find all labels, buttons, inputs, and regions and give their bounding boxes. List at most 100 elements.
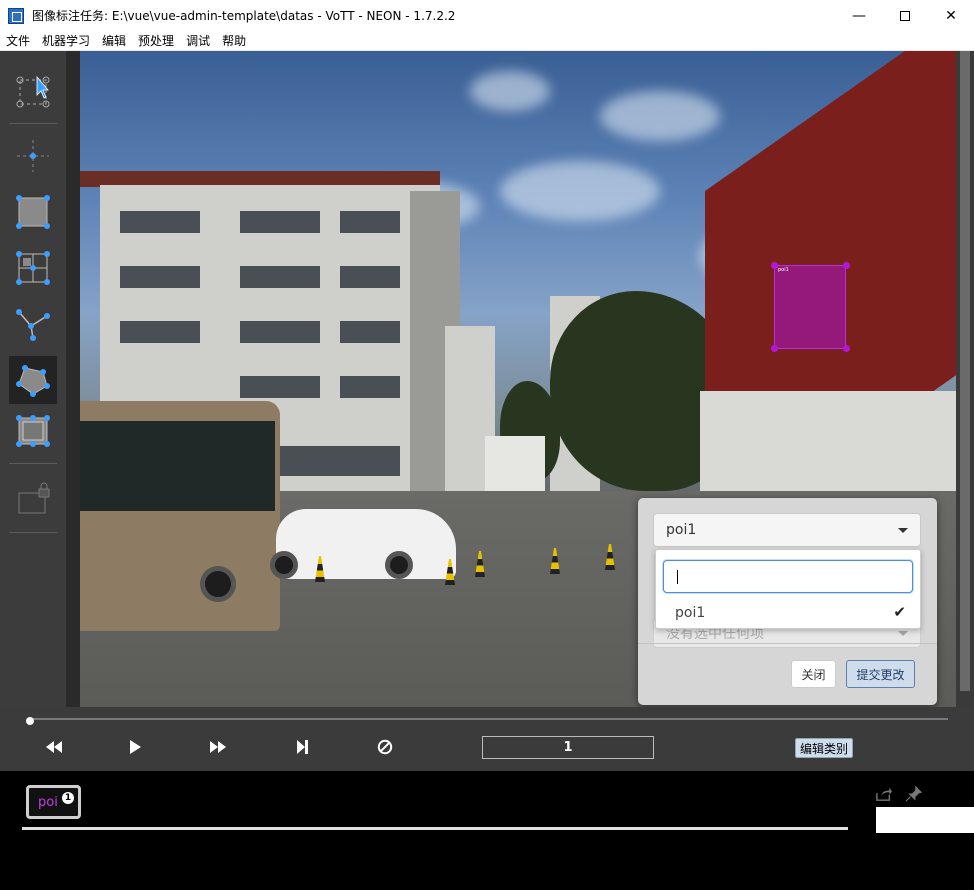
- building-window: [240, 211, 320, 233]
- building-window: [240, 266, 320, 288]
- select-icon: [16, 75, 50, 108]
- play-icon: [130, 740, 141, 754]
- toolbar-divider: [9, 463, 57, 464]
- seek-track[interactable]: [28, 718, 948, 720]
- building-window: [120, 321, 200, 343]
- chevron-down-icon: [898, 631, 908, 636]
- play-button[interactable]: [123, 737, 147, 757]
- building-window: [340, 321, 400, 343]
- editor-toolbar: [0, 51, 66, 707]
- title-bar: 图像标注任务: E:\vue\vue-admin-template\datas …: [0, 0, 974, 31]
- maximize-icon: [900, 10, 910, 21]
- grid-rectangle-tool-button[interactable]: [9, 244, 57, 292]
- pin-icon[interactable]: [904, 785, 924, 803]
- submit-changes-button[interactable]: 提交更改: [846, 660, 915, 688]
- minimize-icon: —: [852, 7, 866, 24]
- building-window: [340, 376, 400, 398]
- skip-to-end-button[interactable]: [290, 737, 314, 757]
- app-logo-icon: [8, 7, 24, 24]
- dropdown-option[interactable]: poi1 ✔: [656, 600, 920, 626]
- menu-file[interactable]: 文件: [0, 31, 36, 51]
- polygon-tool-button[interactable]: [9, 356, 57, 404]
- label-select-value: poi1: [666, 522, 697, 538]
- notice-board: [485, 436, 545, 491]
- region-handle[interactable]: [771, 262, 778, 269]
- copy-rectangle-tool-button[interactable]: [9, 406, 57, 454]
- building-window: [340, 211, 400, 233]
- fast-forward-icon: [210, 741, 226, 753]
- chevron-down-icon: [898, 528, 908, 533]
- building-window: [120, 266, 200, 288]
- building-window: [240, 376, 320, 398]
- maximize-button[interactable]: [882, 0, 928, 31]
- copy-rectangle-icon: [16, 415, 50, 447]
- select-tool-button[interactable]: [9, 67, 57, 115]
- canvas-left-gutter: [66, 51, 80, 707]
- region-tag-label: poi1: [778, 267, 789, 273]
- tag-tools: [874, 785, 924, 803]
- close-window-button[interactable]: ✕: [928, 0, 974, 31]
- label-dropdown-menu: poi1 ✔: [655, 549, 921, 629]
- checkmark-icon: ✔: [893, 603, 906, 621]
- cloud: [600, 91, 720, 141]
- building-window: [120, 211, 200, 233]
- lock-icon: [18, 482, 50, 514]
- menu-debug[interactable]: 调试: [180, 31, 216, 51]
- tag-edit-dialog: poi1 没有选中任何项 poi1 ✔ 关闭 提交更改: [638, 498, 937, 705]
- menu-preprocess[interactable]: 预处理: [132, 31, 180, 51]
- edit-category-button[interactable]: 编辑类别: [795, 738, 853, 758]
- step-forward-icon: [297, 740, 308, 754]
- lock-tool-button[interactable]: [9, 475, 57, 523]
- text-cursor: [677, 570, 678, 584]
- car-wheel: [385, 551, 413, 579]
- tag-strip: poi 1: [0, 771, 974, 890]
- close-icon: ✕: [945, 7, 957, 24]
- polygon-icon: [16, 365, 50, 397]
- point-tool-button[interactable]: [9, 132, 57, 180]
- next-frame-button[interactable]: [206, 737, 230, 757]
- dropdown-search-input[interactable]: [663, 560, 913, 593]
- ban-icon: [377, 739, 393, 755]
- region-handle[interactable]: [771, 345, 778, 352]
- cloud: [500, 161, 660, 221]
- fast-backward-icon: [46, 741, 62, 753]
- clear-button[interactable]: [373, 737, 397, 757]
- menu-edit[interactable]: 编辑: [96, 31, 132, 51]
- building-window: [240, 321, 320, 343]
- vertical-scrollbar[interactable]: [956, 51, 974, 707]
- tag-chip[interactable]: poi 1: [26, 785, 81, 819]
- label-select[interactable]: poi1: [653, 513, 921, 547]
- rectangle-tool-button[interactable]: [9, 188, 57, 236]
- menu-machine-learning[interactable]: 机器学习: [36, 31, 96, 51]
- tag-count-badge: 1: [62, 792, 74, 804]
- seek-handle[interactable]: [26, 717, 34, 725]
- car-wheel: [270, 551, 298, 579]
- cloud: [470, 71, 550, 111]
- previous-frame-button[interactable]: [42, 737, 66, 757]
- rectangle-icon: [16, 195, 50, 229]
- tag-strip-underline: [22, 827, 848, 830]
- close-button[interactable]: 关闭: [791, 660, 836, 688]
- polyline-icon: [16, 309, 50, 341]
- menu-bar: 文件 机器学习 编辑 预处理 调试 帮助: [0, 31, 974, 51]
- region-handle[interactable]: [843, 345, 850, 352]
- tag-input[interactable]: [876, 807, 974, 833]
- dropdown-option-label: poi1: [675, 605, 706, 621]
- minimize-button[interactable]: —: [836, 0, 882, 31]
- app-window: 图像标注任务: E:\vue\vue-admin-template\datas …: [0, 0, 974, 890]
- annotation-region[interactable]: poi1: [774, 265, 846, 349]
- toolbar-divider: [9, 123, 57, 124]
- building-window: [340, 266, 400, 288]
- region-handle[interactable]: [843, 262, 850, 269]
- toolbar-divider: [9, 532, 57, 533]
- menu-help[interactable]: 帮助: [216, 31, 252, 51]
- scrollbar-thumb[interactable]: [960, 51, 970, 691]
- share-icon[interactable]: [874, 785, 894, 803]
- tag-chip-label: poi: [38, 795, 58, 810]
- frame-number-input[interactable]: 1: [482, 736, 654, 759]
- dialog-divider: [638, 643, 937, 644]
- white-car: [276, 509, 456, 579]
- grid-rectangle-icon: [16, 251, 50, 285]
- crosshair-point-icon: [17, 140, 49, 172]
- polyline-tool-button[interactable]: [9, 300, 57, 348]
